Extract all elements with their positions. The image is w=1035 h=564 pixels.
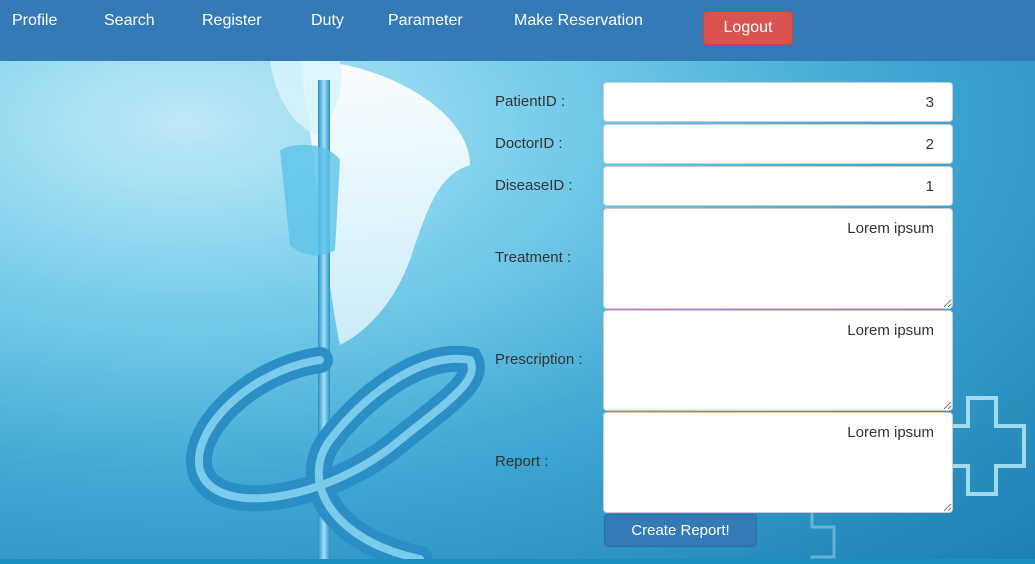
top-navbar: Profile Search Register Duty Parameter M… (0, 0, 1035, 61)
nav-parameter[interactable]: Parameter (388, 12, 463, 30)
prescription-label: Prescription : (495, 351, 583, 368)
doctor-id-label: DoctorID : (495, 135, 563, 152)
patient-id-label: PatientID : (495, 93, 566, 110)
nav-register[interactable]: Register (202, 12, 262, 30)
prescription-textarea[interactable]: Lorem ipsum (603, 310, 953, 411)
patient-id-input[interactable] (603, 82, 953, 122)
create-report-button[interactable]: Create Report! (604, 514, 757, 547)
disease-id-label: DiseaseID : (495, 177, 573, 194)
report-label: Report : (495, 453, 549, 470)
report-textarea[interactable]: Lorem ipsum (603, 412, 953, 513)
nav-make-reservation[interactable]: Make Reservation (514, 12, 643, 30)
logout-button[interactable]: Logout (703, 11, 793, 45)
doctor-id-input[interactable] (603, 124, 953, 164)
nav-search[interactable]: Search (104, 12, 155, 30)
treatment-textarea[interactable]: Lorem ipsum (603, 208, 953, 309)
nav-duty[interactable]: Duty (311, 12, 344, 30)
nav-profile[interactable]: Profile (12, 12, 57, 30)
disease-id-input[interactable] (603, 166, 953, 206)
treatment-label: Treatment : (495, 249, 572, 266)
